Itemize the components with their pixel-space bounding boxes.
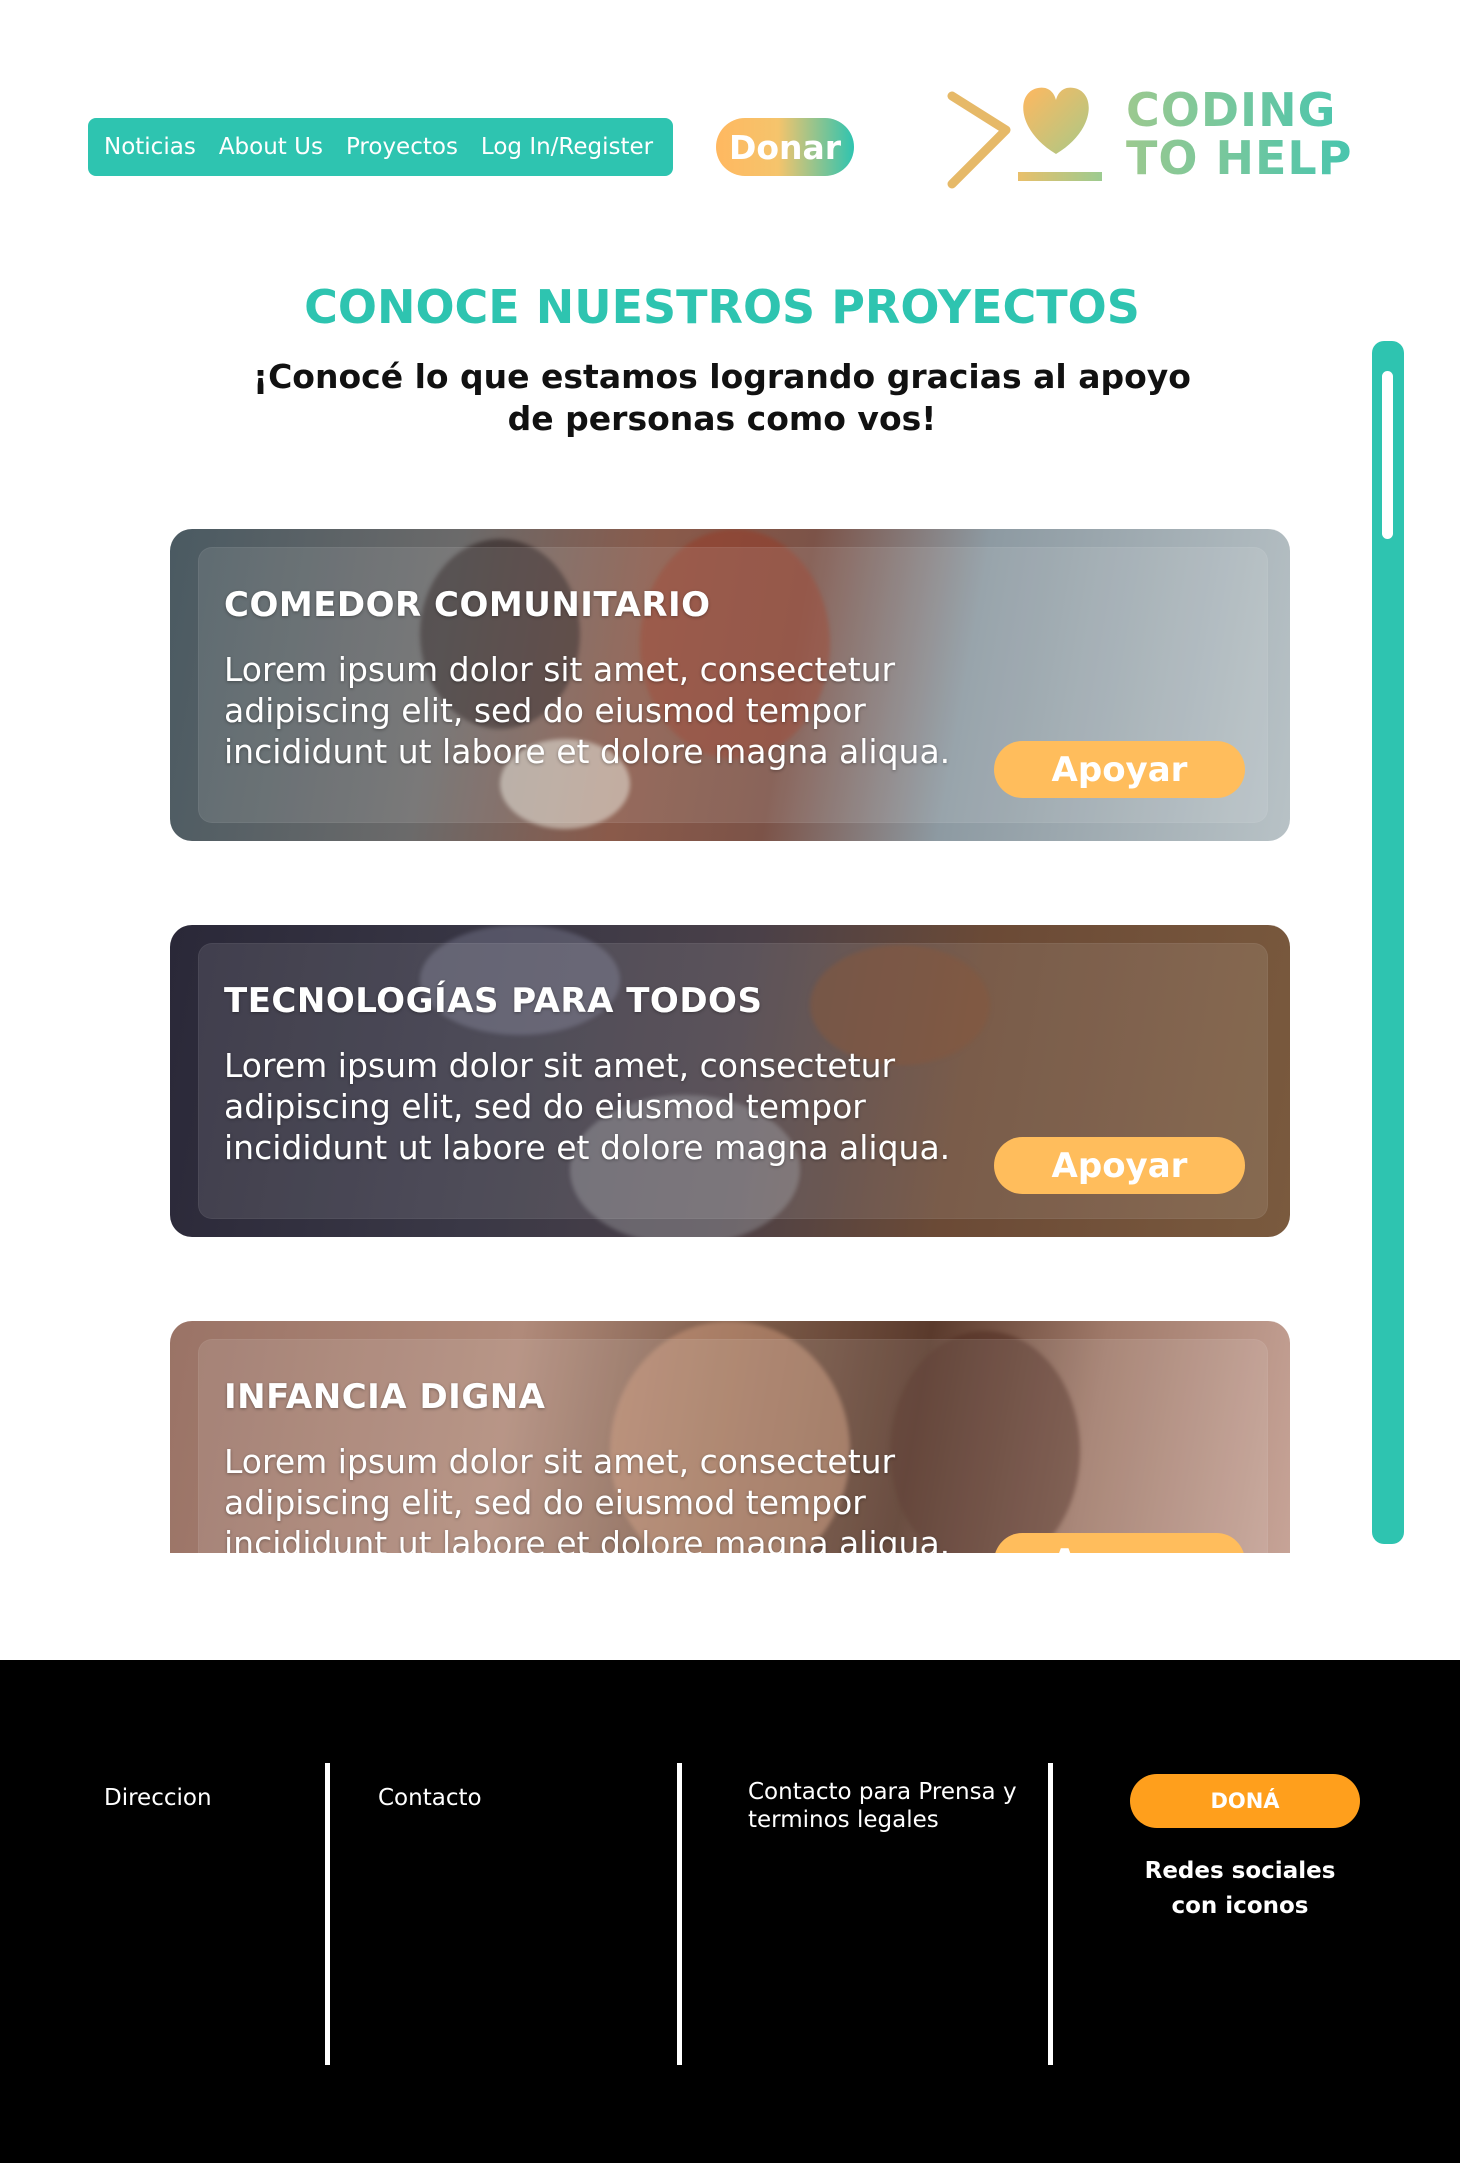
page-subtitle: ¡Conocé lo que estamos logrando gracias … [253, 357, 1191, 438]
donate-button[interactable]: Donar [716, 118, 854, 176]
footer-direccion[interactable]: Direccion [104, 1784, 212, 1812]
project-description: Lorem ipsum dolor sit amet, consectetur … [224, 650, 951, 771]
project-card: INFANCIA DIGNA Lorem ipsum dolor sit ame… [170, 1321, 1290, 1553]
page-title: CONOCE NUESTROS PROYECTOS [304, 280, 1140, 334]
footer: Direccion Contacto Contacto para Prensa … [0, 1660, 1460, 2163]
project-description: Lorem ipsum dolor sit amet, consectetur … [224, 1442, 951, 1553]
support-button[interactable]: Apoyar [994, 741, 1245, 798]
projects-list: COMEDOR COMUNITARIO Lorem ipsum dolor si… [160, 520, 1300, 1553]
footer-divider [325, 1763, 330, 2065]
nav-noticias[interactable]: Noticias [104, 134, 196, 160]
main-nav: Noticias About Us Proyectos Log In/Regis… [88, 118, 673, 176]
project-title: INFANCIA DIGNA [224, 1377, 546, 1417]
logo-heart-icon [947, 87, 1102, 189]
footer-divider [1048, 1763, 1053, 2065]
footer-divider [677, 1763, 682, 2065]
logo[interactable]: CODING TO HELP [946, 82, 1336, 192]
nav-proyectos[interactable]: Proyectos [346, 134, 458, 160]
nav-about-us[interactable]: About Us [219, 134, 323, 160]
footer-prensa[interactable]: Contacto para Prensa y terminos legales [748, 1778, 1038, 1834]
project-card: TECNOLOGÍAS PARA TODOS Lorem ipsum dolor… [170, 925, 1290, 1237]
nav-login-register[interactable]: Log In/Register [481, 134, 653, 160]
footer-donate-button[interactable]: DONÁ [1130, 1774, 1360, 1828]
support-button[interactable]: Apoyar [994, 1137, 1245, 1194]
project-card: COMEDOR COMUNITARIO Lorem ipsum dolor si… [170, 529, 1290, 841]
project-title: COMEDOR COMUNITARIO [224, 585, 711, 625]
support-button[interactable]: Apoyar [994, 1533, 1245, 1553]
footer-contacto[interactable]: Contacto [378, 1784, 482, 1812]
social-links: Redes sociales con iconos [1144, 1858, 1336, 1919]
scrollbar-thumb[interactable] [1382, 371, 1393, 539]
logo-line-2: TO HELP [1126, 131, 1353, 185]
logo-line-1: CODING [1126, 83, 1337, 137]
project-title: TECNOLOGÍAS PARA TODOS [224, 981, 763, 1021]
logo-text: CODING TO HELP [1126, 86, 1352, 182]
projects-scrollbar[interactable] [1372, 341, 1404, 1544]
project-description: Lorem ipsum dolor sit amet, consectetur … [224, 1046, 951, 1167]
